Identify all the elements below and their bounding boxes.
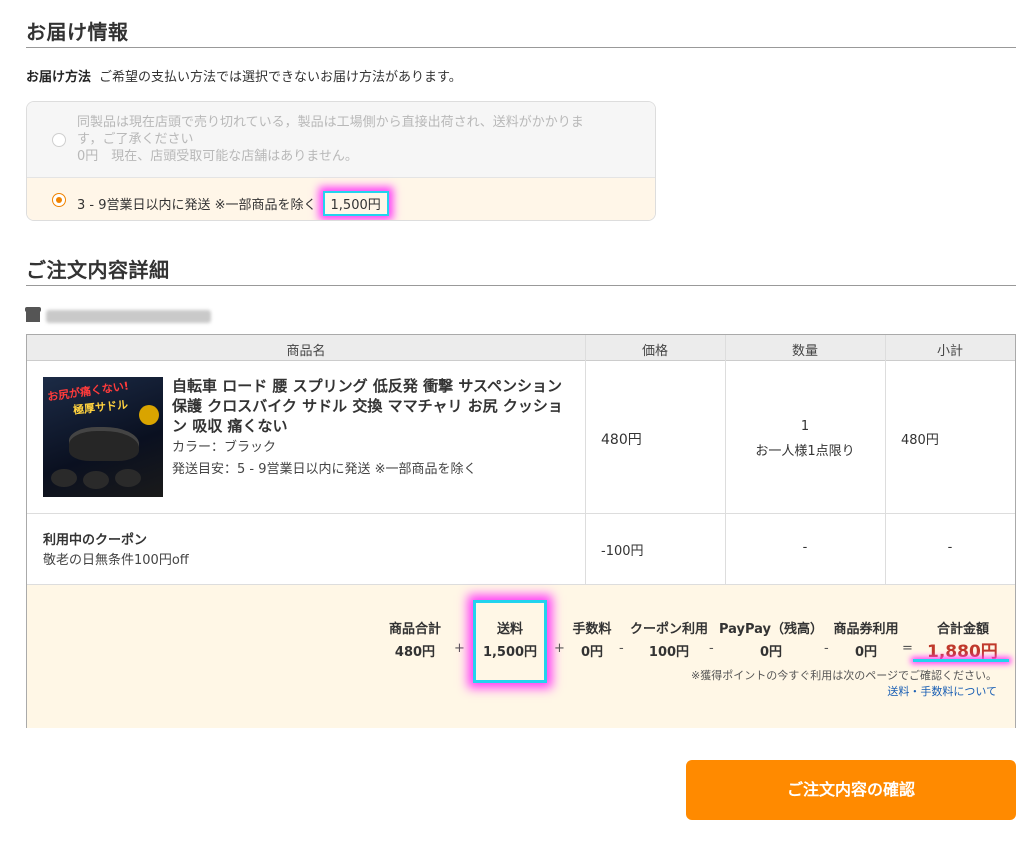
header-qty: 数量 [791,344,818,359]
table-header-row: 商品名 価格 数量 小計 [27,335,1015,361]
summary-operator: + [454,641,465,656]
product-title[interactable]: 自転車 ロード 腰 スプリング 低反発 衝撃 サスペンション 保護 クロスバイク… [172,376,572,436]
option-line: 0円 現在、店頭受取可能な店舗はありません。 [77,149,358,164]
product-shipping-estimate: 発送目安：5 - 9営業日以内に発送 ※一部商品を除く [172,462,477,477]
shipping-option-delivery[interactable]: 3 - 9営業日以内に発送 ※一部商品を除く 1,500円 [27,178,655,220]
summary-operator: - [824,641,829,656]
coupon-label: 利用中のクーポン [43,533,148,548]
summary-value-fee: 0円 [580,645,604,660]
radio-delivery[interactable] [52,193,66,207]
summary-operator: + [554,641,565,656]
product-qty: 1 [800,419,810,434]
shipping-option-store-pickup-text: 同製品は現在店頭で売り切れている，製品は工場側から直接出荷され、送料がかかりま … [77,114,637,165]
shipping-options-box: 同製品は現在店頭で売り切れている，製品は工場側から直接出荷され、送料がかかりま … [26,101,656,221]
saddle-shape [115,469,141,487]
product-image-badge [139,405,159,425]
coupon-price: -100円 [601,544,644,559]
shipping-fee-link[interactable]: 送料・手数料について [887,683,997,699]
section-divider [26,285,1016,286]
shipping-option-delivery-text: 3 - 9営業日以内に発送 ※一部商品を除く 1,500円 [77,191,389,216]
coupon-subtotal: - [947,540,953,555]
saddle-shape [83,471,109,489]
summary-value-shipping: 1,500円 [482,645,538,660]
section-divider [26,47,1016,48]
coupon-qty: - [802,540,808,555]
summary-label-total: 合計金額 [936,622,989,637]
delivery-option-desc: 3 - 9営業日以内に発送 ※一部商品を除く [77,198,317,213]
delivery-method-row: お届け方法 ご希望の支払い方法では選択できないお届け方法があります。 [26,66,462,85]
header-price: 価格 [641,344,668,359]
product-image[interactable]: お尻が痛くない! 極厚サドル [43,377,163,497]
summary-operator: - [619,641,624,656]
shipping-option-store-pickup: 同製品は現在店頭で売り切れている，製品は工場側から直接出荷され、送料がかかりま … [27,102,655,178]
order-table: 商品名 価格 数量 小計 お尻が痛くない! 極厚サドル 自転車 ロード 腰 スプ… [26,334,1016,728]
header-subtotal: 小計 [936,344,963,359]
summary-operator: - [709,641,714,656]
summary-label-paypay: PayPay（残高） [718,622,824,637]
delivery-method-label: お届け方法 [26,70,92,85]
summary-label-giftcard: 商品券利用 [833,622,899,637]
shop-icon [25,307,41,322]
confirm-order-button[interactable]: ご注文内容の確認 [686,760,1016,820]
product-subtotal: 480円 [901,433,939,448]
shop-name-blurred[interactable] [46,310,211,323]
delivery-option-price: 1,500円 [322,191,389,216]
saddle-shape [51,469,77,487]
summary-label-fee: 手数料 [572,622,612,637]
product-price: 480円 [601,432,642,448]
total-highlight [913,659,1009,662]
column-divider [585,335,586,584]
summary-value-paypay: 0円 [759,645,783,660]
summary-operator: = [902,641,913,656]
summary-label-shipping: 送料 [496,622,523,637]
product-qty-limit: お一人様1点限り [755,444,855,459]
summary-label-coupon: クーポン利用 [629,622,708,637]
delivery-method-note: ご希望の支払い方法では選択できないお届け方法があります。 [99,70,462,85]
summary-value-coupon: 100円 [648,645,690,660]
coupon-name: 敬老の日無条件100円off [43,553,189,568]
radio-store-pickup [52,133,66,147]
order-section-title: ご注文内容詳細 [26,258,170,282]
option-line: 同製品は現在店頭で売り切れている，製品は工場側から直接出荷され、送料がかかりま [77,115,584,130]
summary-value-giftcard: 0円 [854,645,878,660]
delivery-section-title: お届け情報 [26,20,129,44]
product-color: カラー：ブラック [172,440,277,455]
option-line: す，ご了承ください [77,132,194,147]
order-summary: 商品合計 480円 + 送料 1,500円 + 手数料 0円 - クーポン利用 … [27,584,1015,728]
saddle-shape [69,427,139,461]
summary-value-items-total: 480円 [394,645,436,660]
header-product: 商品名 [286,344,326,359]
row-divider [27,513,1015,514]
points-note: ※獲得ポイントの今すぐ利用は次のページでご確認ください。 [691,669,997,682]
summary-label-items-total: 商品合計 [388,622,441,637]
